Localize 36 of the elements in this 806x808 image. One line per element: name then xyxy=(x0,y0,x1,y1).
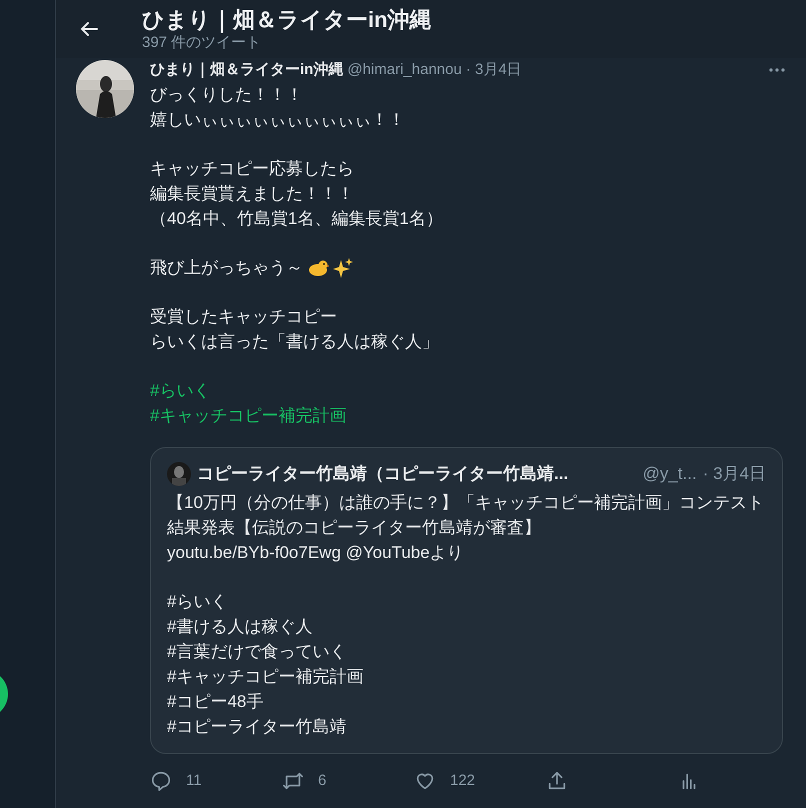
quoted-author-name: コピーライター竹島靖（コピーライター竹島靖... xyxy=(197,463,568,485)
tweet-text: youtu.be/BYb-f0o7Ewg @YouTubeより xyxy=(167,542,464,564)
author-handle: @himari_hannou xyxy=(347,60,462,80)
tweet-text: 編集長賞貰えました！！！ xyxy=(150,183,354,205)
tweet-text: #らいく xyxy=(167,591,228,613)
hashtag-link[interactable]: #キャッチコピー補完計画 xyxy=(150,403,346,428)
retweet-button[interactable]: 6 xyxy=(282,770,414,792)
tweet-text: 嬉しいぃぃぃぃぃぃぃぃぃぃ！！ xyxy=(150,109,405,131)
tweet-text: らいくは言った「書ける人は稼ぐ人」 xyxy=(150,331,439,353)
tweet-text: 飛び上がっちゃう～ xyxy=(150,257,303,279)
tweet-text: キャッチコピー応募したら xyxy=(150,158,354,180)
tweet-text: #書ける人は稼ぐ人 xyxy=(167,616,312,638)
like-button[interactable]: 122 xyxy=(414,770,546,792)
share-icon xyxy=(546,770,568,792)
more-icon[interactable] xyxy=(768,67,786,73)
tweet-text: #コピー48手 xyxy=(167,691,264,713)
quoted-tweet-date: · 3月4日 xyxy=(702,463,766,485)
tweet-text: #キャッチコピー補完計画 xyxy=(167,666,364,688)
quoted-tweet-card[interactable]: コピーライター竹島靖（コピーライター竹島靖... @y_t... · 3月4日 【10万円（分の仕事）は誰の手に？】「キャッチコピー補完計画」コンテスト結果発表【伝説のコピーライター竹島靖が審査】 youtu.be/BYb-f0o7Ewg @YouTubeより #らいく #書ける人は稼ぐ人 #言葉だけで食っていく #キャッチコピー補完計画 #コピー48手 #コピーライター竹島靖 xyxy=(150,447,783,754)
profile-title: ひまり｜畑＆ライターin沖縄 xyxy=(142,6,432,34)
back-arrow-icon xyxy=(79,19,99,39)
sparkles-icon xyxy=(333,258,353,278)
tweet-text: #コピーライター竹島靖 xyxy=(167,716,346,738)
tweet-count: 397 件のツイート xyxy=(142,34,262,52)
tweet-text: 受賞したキャッチコピー xyxy=(150,306,337,328)
tweet-text: #言葉だけで食っていく xyxy=(167,641,346,663)
reply-button[interactable]: 11 xyxy=(150,770,282,792)
tweet-text: びっくりした！！！ xyxy=(150,84,303,106)
tweet-date: · 3月4日 xyxy=(466,60,522,80)
chick-icon xyxy=(307,258,329,278)
quoted-author-handle: @y_t... xyxy=(642,463,697,485)
retweet-icon xyxy=(282,770,304,792)
speech-bubble-icon xyxy=(150,770,172,792)
tweet-text: （40名中、竹島賞1名、編集長賞1名） xyxy=(150,208,443,230)
hashtag-link[interactable]: #らいく xyxy=(150,378,210,403)
author-name[interactable]: ひまり｜畑＆ライターin沖縄 xyxy=(150,60,344,80)
